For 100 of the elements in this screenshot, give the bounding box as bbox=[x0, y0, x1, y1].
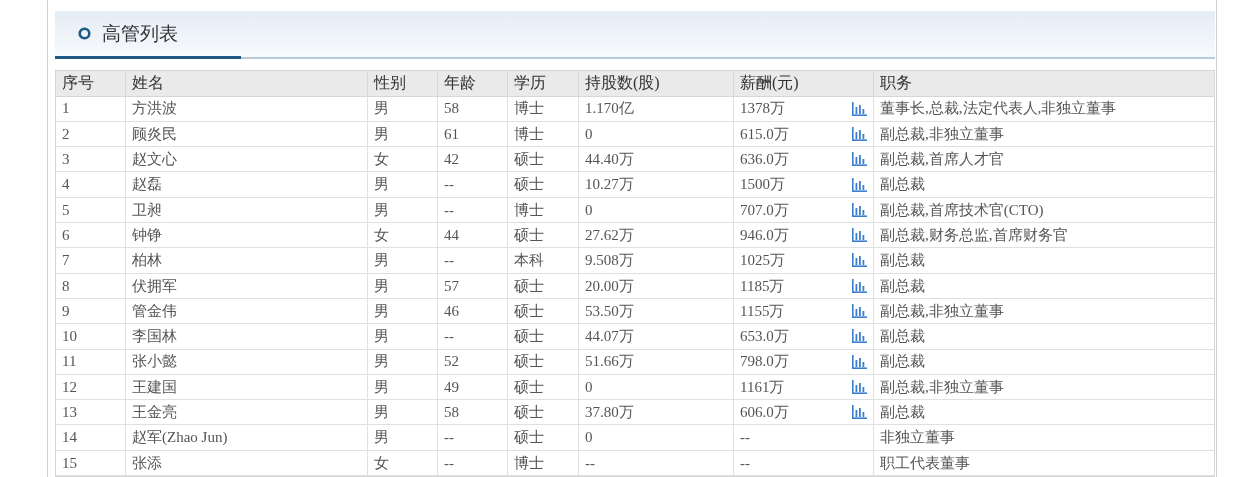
bar-chart-icon[interactable] bbox=[851, 354, 867, 369]
table-cell-text: 615.0万 bbox=[740, 124, 789, 144]
table-cell-text: 15 bbox=[62, 453, 77, 473]
table-cell-text: 赵文心 bbox=[132, 150, 177, 170]
bar-chart-icon[interactable] bbox=[851, 304, 867, 319]
table-cell-text: 男 bbox=[374, 327, 389, 347]
table-cell-text: 12 bbox=[62, 377, 77, 397]
table-cell-text: 副总裁,非独立董事 bbox=[880, 301, 1004, 321]
bar-chart-icon[interactable] bbox=[851, 228, 867, 243]
column-header: 姓名 bbox=[126, 70, 368, 96]
table-cell-text: 10.27万 bbox=[585, 175, 634, 195]
bar-chart-icon[interactable] bbox=[851, 101, 867, 116]
table-cell-text: -- bbox=[444, 428, 454, 448]
table-cell-text: 男 bbox=[374, 352, 389, 372]
table-cell-text: 636.0万 bbox=[740, 150, 789, 170]
table-cell-text: -- bbox=[740, 453, 750, 473]
bar-chart-icon[interactable] bbox=[851, 278, 867, 293]
table-cell-text: 方洪波 bbox=[132, 99, 177, 119]
table-cell-text: 9 bbox=[62, 301, 70, 321]
bar-chart-icon[interactable] bbox=[851, 177, 867, 192]
table-cell-text: 副总裁,非独立董事 bbox=[880, 377, 1004, 397]
table-cell-text: 42 bbox=[444, 150, 459, 170]
table-cell-text: 王金亮 bbox=[132, 403, 177, 422]
table-cell-text: 5 bbox=[62, 200, 70, 220]
column-header: 学历 bbox=[508, 70, 579, 96]
table-cell-text: 0 bbox=[585, 428, 593, 448]
table-cell-text: 6 bbox=[62, 225, 70, 245]
table-cell-text: 946.0万 bbox=[740, 225, 789, 245]
table-cell-text: 37.80万 bbox=[585, 403, 634, 422]
table-cell-text: 53.50万 bbox=[585, 301, 634, 321]
table-cell-text: 张添 bbox=[132, 453, 162, 473]
table-cell-text: 博士 bbox=[514, 453, 544, 473]
circle-icon bbox=[78, 27, 91, 41]
table-cell-text: 副总裁,非独立董事 bbox=[880, 124, 1004, 144]
table-cell-text: 男 bbox=[374, 276, 389, 296]
table-cell-text: 硕士 bbox=[514, 225, 544, 245]
table-cell-text: 58 bbox=[444, 99, 459, 119]
table-cell-text: 硕士 bbox=[514, 301, 544, 321]
table-cell-text: 20.00万 bbox=[585, 276, 634, 296]
bar-chart-icon[interactable] bbox=[851, 202, 867, 217]
table-cell-text: -- bbox=[740, 428, 750, 448]
table-cell-text: 1155万 bbox=[740, 301, 785, 321]
table-cell-text: 李国林 bbox=[132, 327, 177, 347]
table-cell-text: 博士 bbox=[514, 99, 544, 119]
table-cell-text: 1500万 bbox=[740, 175, 785, 195]
table-cell-text: 硕士 bbox=[514, 327, 544, 347]
table-cell-text: 职工代表董事 bbox=[880, 453, 970, 473]
table-cell-text: 博士 bbox=[514, 124, 544, 144]
table-cell-text: 606.0万 bbox=[740, 403, 789, 422]
table-cell-text: -- bbox=[444, 453, 454, 473]
table-cell-text: 女 bbox=[374, 150, 389, 170]
table-cell-text: 4 bbox=[62, 175, 70, 195]
table-cell-text: 9.508万 bbox=[585, 251, 634, 271]
table-cell-text: 1 bbox=[62, 99, 70, 119]
table-cell-text: 44.40万 bbox=[585, 150, 634, 170]
column-header: 性别 bbox=[368, 70, 438, 96]
table-cell-text: 44 bbox=[444, 225, 459, 245]
bar-chart-icon[interactable] bbox=[851, 379, 867, 394]
table-cell-text: 男 bbox=[374, 124, 389, 144]
table-cell-text: 副总裁 bbox=[880, 276, 925, 296]
table-cell-text: 1378万 bbox=[740, 99, 785, 119]
table-cell-text: 7 bbox=[62, 251, 70, 271]
table-cell-text: 副总裁,首席技术官(CTO) bbox=[880, 200, 1044, 220]
table-cell-text: 董事长,总裁,法定代表人,非独立董事 bbox=[880, 99, 1117, 119]
panel-title: 高管列表 bbox=[102, 21, 178, 46]
table-cell-text: 副总裁,首席人才官 bbox=[880, 150, 1004, 170]
bar-chart-icon[interactable] bbox=[851, 329, 867, 344]
table-cell-text: 男 bbox=[374, 428, 389, 448]
table-cell-text: 男 bbox=[374, 377, 389, 397]
table-cell-text: 707.0万 bbox=[740, 200, 789, 220]
bar-chart-icon[interactable] bbox=[851, 253, 867, 268]
table-cell-text: 14 bbox=[62, 428, 77, 448]
table-cell-text: 女 bbox=[374, 453, 389, 473]
bar-chart-icon[interactable] bbox=[851, 127, 867, 141]
table-cell-text: 1161万 bbox=[740, 377, 785, 397]
table-cell-text: 非独立董事 bbox=[880, 428, 955, 448]
bar-chart-icon[interactable] bbox=[851, 152, 867, 167]
table-cell-text: -- bbox=[585, 453, 595, 473]
table-cell-text: 男 bbox=[374, 403, 389, 422]
table-cell-text: 本科 bbox=[514, 251, 544, 271]
table-cell-text: 王建国 bbox=[132, 377, 177, 397]
table-cell-text: 0 bbox=[585, 124, 593, 144]
table-cell-text: 49 bbox=[444, 377, 459, 397]
table-cell-text: 1185万 bbox=[740, 276, 785, 296]
table-cell-text: 798.0万 bbox=[740, 352, 789, 372]
table-cell-text: 8 bbox=[62, 276, 70, 296]
table-cell-text: 男 bbox=[374, 251, 389, 271]
table-cell-text: 硕士 bbox=[514, 428, 544, 448]
table-cell-text: 0 bbox=[585, 377, 593, 397]
table-cell-text: 副总裁 bbox=[880, 251, 925, 271]
table-cell-text: 46 bbox=[444, 301, 459, 321]
table-cell-text: 副总裁 bbox=[880, 327, 925, 347]
table-cell-text: 硕士 bbox=[514, 150, 544, 170]
table-cell-text: 硕士 bbox=[514, 377, 544, 397]
bar-chart-icon[interactable] bbox=[851, 405, 867, 420]
table-cell-text: 男 bbox=[374, 301, 389, 321]
table-cell-text: 副总裁 bbox=[880, 403, 925, 422]
column-header: 年龄 bbox=[438, 70, 508, 96]
table-cell-text: 柏林 bbox=[132, 251, 162, 271]
table-cell-text: 2 bbox=[62, 124, 70, 144]
